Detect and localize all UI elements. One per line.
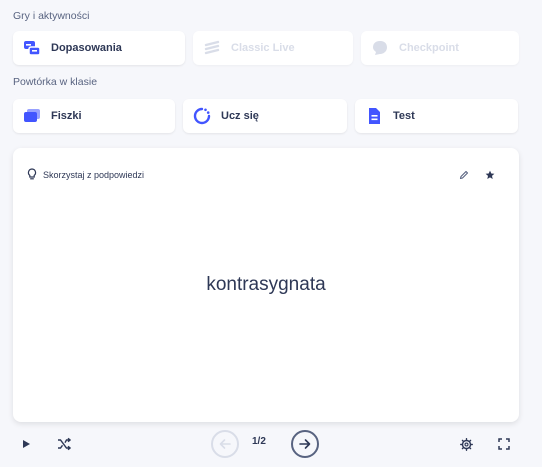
next-card-circle — [291, 430, 319, 458]
fullscreen-icon — [498, 438, 510, 450]
star-icon[interactable] — [485, 167, 495, 185]
classic-live-label: Classic Live — [231, 42, 295, 54]
match-icon — [23, 39, 41, 57]
hint-button[interactable]: Skorzystaj z podpowiedzi — [27, 168, 144, 182]
flashcard-term: kontrasygnata — [206, 274, 326, 295]
review-row: Fiszki Ucz się Test — [13, 99, 518, 133]
learn-icon — [193, 107, 211, 125]
flashcard[interactable]: Skorzystaj z podpowiedzi kontrasygnata — [13, 148, 519, 422]
games-row: Dopasowania Classic Live Checkpoint — [13, 31, 519, 65]
gear-icon — [459, 437, 473, 451]
card-actions — [459, 167, 495, 185]
previous-card-circle — [211, 430, 239, 458]
learn-tile[interactable]: Ucz się — [183, 99, 347, 133]
flashcard-controls: 1/2 — [0, 426, 542, 462]
match-tile[interactable]: Dopasowania — [13, 31, 185, 65]
hint-label: Skorzystaj z podpowiedzi — [43, 170, 145, 180]
card-counter: 1/2 — [252, 436, 266, 447]
previous-card-button[interactable] — [211, 430, 239, 458]
test-tile[interactable]: Test — [355, 99, 518, 133]
checkpoint-label: Checkpoint — [399, 42, 459, 54]
lightbulb-icon — [27, 168, 37, 182]
review-section-label: Powtórka w klasie — [13, 76, 98, 88]
live-icon — [203, 39, 221, 57]
flashcards-icon — [23, 107, 41, 125]
arrow-right-icon — [299, 439, 311, 449]
checkpoint-icon — [371, 39, 389, 57]
flashcards-label: Fiszki — [51, 110, 82, 122]
edit-icon[interactable] — [459, 167, 469, 185]
shuffle-icon — [58, 437, 71, 451]
shuffle-button[interactable] — [55, 435, 73, 453]
play-button[interactable] — [18, 436, 34, 452]
test-icon — [365, 107, 383, 125]
classic-live-tile: Classic Live — [193, 31, 353, 65]
play-icon — [23, 440, 30, 448]
next-card-button[interactable] — [291, 430, 319, 458]
games-section-label: Gry i aktywności — [13, 10, 90, 22]
fullscreen-button[interactable] — [496, 436, 512, 452]
arrow-left-icon — [219, 439, 231, 449]
learn-label: Ucz się — [221, 110, 259, 122]
test-label: Test — [393, 110, 415, 122]
settings-button[interactable] — [458, 436, 474, 452]
match-label: Dopasowania — [51, 42, 122, 54]
flashcards-tile[interactable]: Fiszki — [13, 99, 175, 133]
checkpoint-tile: Checkpoint — [361, 31, 519, 65]
